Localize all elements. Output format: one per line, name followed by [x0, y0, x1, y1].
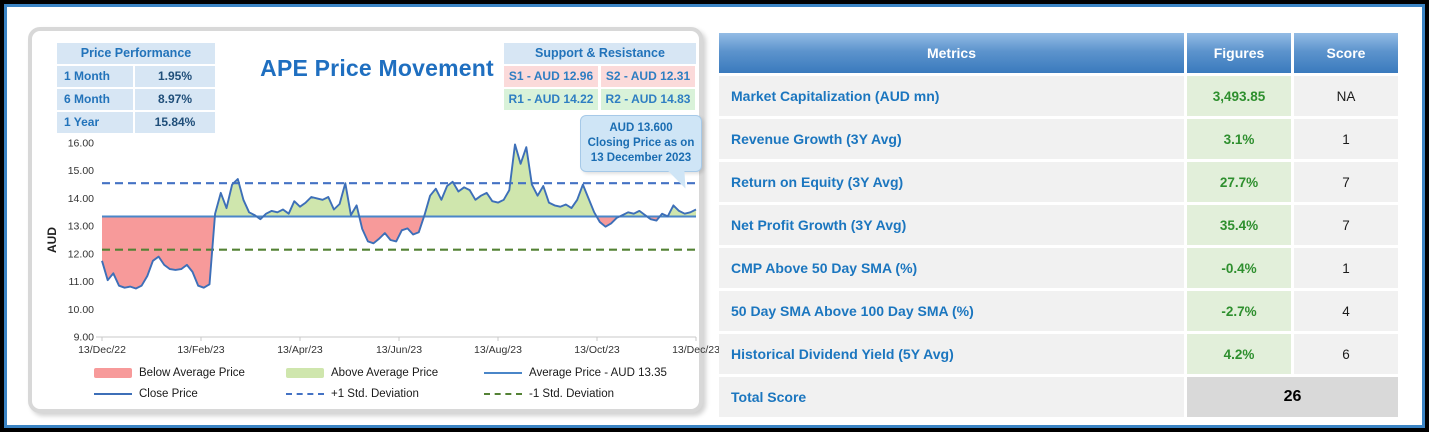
y-axis-tick-label: 9.00	[74, 332, 95, 344]
x-axis-tick-label: 13/Aug/23	[474, 344, 522, 356]
score-header-cell: Score	[1294, 33, 1398, 73]
price-performance-period: 1 Year	[57, 112, 133, 133]
chart-callout: AUD 13.600 Closing Price as on 13 Decemb…	[580, 115, 702, 192]
price-performance-value: 15.84%	[135, 112, 215, 133]
metric-figure-cell: 35.4%	[1187, 205, 1291, 245]
metric-name-cell: Historical Dividend Yield (5Y Avg)	[719, 334, 1184, 374]
metric-figure-cell: 3,493.85	[1187, 76, 1291, 116]
price-performance-value: 8.97%	[135, 89, 215, 110]
legend-label: Average Price - AUD 13.35	[529, 367, 667, 379]
x-axis-tick-label: 13/Dec/23	[672, 344, 720, 356]
total-score-value-cell: 26	[1187, 377, 1398, 417]
legend-item: Above Average Price	[286, 367, 484, 379]
price-performance-row: 1 Year 15.84%	[57, 112, 215, 133]
metric-name-cell: Return on Equity (3Y Avg)	[719, 162, 1184, 202]
callout-text: AUD 13.600 Closing Price as on 13 Decemb…	[587, 122, 695, 164]
y-axis-tick-label: 11.00	[69, 276, 95, 288]
support-resistance-title: Support & Resistance	[504, 43, 696, 64]
legend-item: Below Average Price	[94, 367, 286, 379]
metric-name-cell: 50 Day SMA Above 100 Day SMA (%)	[719, 291, 1184, 331]
metric-name-cell: Net Profit Growth (3Y Avg)	[719, 205, 1184, 245]
legend-line-swatch	[286, 393, 324, 395]
metric-figure-cell: -0.4%	[1187, 248, 1291, 288]
x-axis-tick-label: 13/Oct/23	[574, 344, 620, 356]
support-resistance-table: Support & Resistance S1 - AUD 12.96 S2 - …	[504, 43, 696, 112]
metric-score-cell: 7	[1294, 162, 1398, 202]
metric-name-cell: Revenue Growth (3Y Avg)	[719, 119, 1184, 159]
price-performance-rows: 1 Month 1.95% 6 Month 8.97% 1 Year 15.84%	[57, 66, 215, 133]
metric-figure-cell: -2.7%	[1187, 291, 1291, 331]
price-chart-card: Price Performance 1 Month 1.95% 6 Month 8.9…	[28, 27, 720, 413]
total-score-label-cell: Total Score	[719, 377, 1184, 417]
metric-score-cell: 6	[1294, 334, 1398, 374]
legend-label: Close Price	[139, 388, 198, 400]
price-performance-title: Price Performance	[57, 43, 215, 64]
metric-figure-cell: 3.1%	[1187, 119, 1291, 159]
metric-score-cell: 1	[1294, 119, 1398, 159]
metric-score-cell: 4	[1294, 291, 1398, 331]
legend-label: Above Average Price	[331, 367, 439, 379]
x-axis-tick-label: 13/Jun/23	[376, 344, 422, 356]
x-axis-tick-label: 13/Feb/23	[177, 344, 224, 356]
price-performance-row: 6 Month 8.97%	[57, 89, 215, 110]
x-axis-tick-label: 13/Apr/23	[277, 344, 323, 356]
y-axis-tick-label: 16.00	[68, 138, 94, 150]
metric-name-cell: CMP Above 50 Day SMA (%)	[719, 248, 1184, 288]
legend-line-swatch	[94, 393, 132, 395]
legend-item: Average Price - AUD 13.35	[484, 367, 696, 379]
legend-label: -1 Std. Deviation	[529, 388, 615, 400]
metric-figure-cell: 4.2%	[1187, 334, 1291, 374]
y-axis-tick-label: 14.00	[68, 193, 94, 205]
metric-score-cell: 1	[1294, 248, 1398, 288]
dashboard-frame: Price Performance 1 Month 1.95% 6 Month 8.9…	[4, 4, 1425, 428]
y-axis-tick-label: 15.00	[68, 165, 94, 177]
support-level-cell: S2 - AUD 12.31	[601, 66, 695, 87]
legend-area-swatch	[286, 368, 324, 378]
y-axis-tick-label: 12.00	[68, 248, 94, 260]
legend-line-swatch	[484, 393, 522, 395]
resistance-level-cell: R2 - AUD 14.83	[601, 89, 695, 110]
x-axis-tick-label: 13/Dec/22	[78, 344, 126, 356]
price-performance-row: 1 Month 1.95%	[57, 66, 215, 87]
legend-label: Below Average Price	[139, 367, 245, 379]
legend-item: +1 Std. Deviation	[286, 388, 484, 400]
resistance-row: R1 - AUD 14.22 R2 - AUD 14.83	[504, 89, 696, 110]
metric-score-cell: 7	[1294, 205, 1398, 245]
figures-header-cell: Figures	[1187, 33, 1291, 73]
y-axis-tick-label: 13.00	[68, 221, 94, 233]
y-axis-title: AUD	[45, 227, 59, 253]
legend-item: -1 Std. Deviation	[484, 388, 696, 400]
y-axis-tick-label: 10.00	[68, 304, 94, 316]
metrics-header-cell: Metrics	[719, 33, 1184, 73]
legend-label: +1 Std. Deviation	[331, 388, 419, 400]
legend-line-swatch	[484, 372, 522, 374]
metrics-table: Metrics Figures Score Market Capitalizat…	[719, 33, 1398, 417]
legend-item: Close Price	[94, 388, 286, 400]
metric-name-cell: Market Capitalization (AUD mn)	[719, 76, 1184, 116]
price-performance-table: Price Performance 1 Month 1.95% 6 Month 8.9…	[57, 43, 215, 135]
support-row: S1 - AUD 12.96 S2 - AUD 12.31	[504, 66, 696, 87]
price-performance-period: 6 Month	[57, 89, 133, 110]
chart-legend: Below Average Price Above Average Price Av…	[94, 367, 696, 400]
metric-figure-cell: 27.7%	[1187, 162, 1291, 202]
resistance-level-cell: R1 - AUD 14.22	[504, 89, 598, 110]
metric-score-cell: NA	[1294, 76, 1398, 116]
price-performance-value: 1.95%	[135, 66, 215, 87]
price-performance-period: 1 Month	[57, 66, 133, 87]
support-level-cell: S1 - AUD 12.96	[504, 66, 598, 87]
chart-title: APE Price Movement	[260, 55, 494, 81]
legend-area-swatch	[94, 368, 132, 378]
